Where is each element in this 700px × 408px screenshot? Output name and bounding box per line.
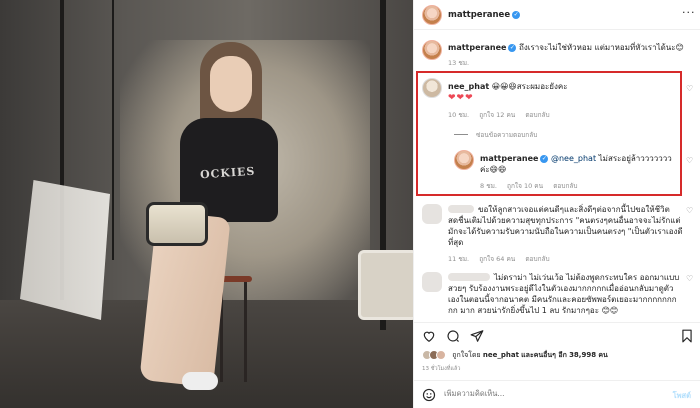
likes-count[interactable]: 38,998 [569,351,596,359]
person-face [210,56,252,112]
likes-suffix: คน [598,351,608,359]
comment-likes[interactable]: ถูกใจ 64 คน [479,255,515,263]
liker-avatar [436,350,446,360]
umbrella-light [358,250,413,320]
person-shoe [182,372,218,390]
emoji-icon[interactable] [422,388,436,402]
add-comment-bar: โพสต์ [414,380,700,408]
comment-input[interactable] [444,389,644,398]
comment-icon[interactable] [446,329,460,343]
handbag [146,202,208,246]
comment-time: 11 ชม. [448,255,470,263]
comment-text: ขอให้ลูกสาวเจอแต่คนดีๆและสิ่งดีๆต่อจากนี… [448,205,683,247]
comment-text: ไม่ดราม่า ไม่เว่นเว้อ ไม่ต้องพูดกระทบใคร… [448,273,680,315]
highlight-box [416,71,682,196]
likes-prefix: ถูกใจโดย [452,351,481,359]
share-icon[interactable] [470,329,484,343]
likes-user[interactable]: nee_phat [483,351,519,359]
chair-leg [244,282,247,382]
owner-avatar[interactable] [422,5,442,25]
comment-clip: ไม่ดราม่า ไม่เว่นเว้อ ไม่ต้องพูดกระทบใคร… [414,270,700,322]
reply-link[interactable]: ตอบกลับ [525,255,549,263]
light-stand [112,0,114,260]
verified-icon: ✓ [508,43,517,52]
caption: mattperanee ✓ ถึงเราจะไม่ใช่หัวหอม แต่มาห… [448,42,693,53]
comments-panel: mattperanee ✓ ··· mattperanee ✓ ถึงเราจะไม… [413,0,700,408]
likes-summary[interactable]: ถูกใจโดย nee_phat และคนอื่นๆ อีก 38,998 … [422,350,608,362]
like-reply-icon[interactable]: ♡ [686,156,693,165]
comment-meta: 11 ชม. ถูกใจ 64 คน ตอบกลับ [448,254,558,264]
post-actions [414,322,700,346]
caption-text: ถึงเราจะไม่ใช่หัวหอม แต่มาหอมที่หัวเราได… [518,43,684,52]
like-comment-icon[interactable]: ♡ [686,274,693,283]
comment-avatar[interactable] [422,204,442,224]
more-options-icon[interactable]: ··· [682,6,696,19]
like-comment-icon[interactable]: ♡ [686,84,693,93]
post-header: mattperanee ✓ ··· [414,0,700,30]
softbox [20,180,110,320]
post-photo[interactable]: OCKIES [0,0,413,408]
post-time: 13 ชั่วโมงที่แล้ว [422,366,461,372]
caption-time: 13 ชม. [448,59,470,67]
likes-and: และคนอื่นๆ อีก [521,351,567,359]
owner-username[interactable]: mattperanee ✓ [448,10,521,20]
heart-icon[interactable] [422,329,436,343]
verified-icon: ✓ [512,10,521,19]
bookmark-icon[interactable] [680,329,694,343]
like-comment-icon[interactable]: ♡ [686,206,693,215]
post-comment-button[interactable]: โพสต์ [673,390,691,402]
caption-avatar[interactable] [422,40,442,60]
caption-username[interactable]: mattperanee [448,43,506,52]
